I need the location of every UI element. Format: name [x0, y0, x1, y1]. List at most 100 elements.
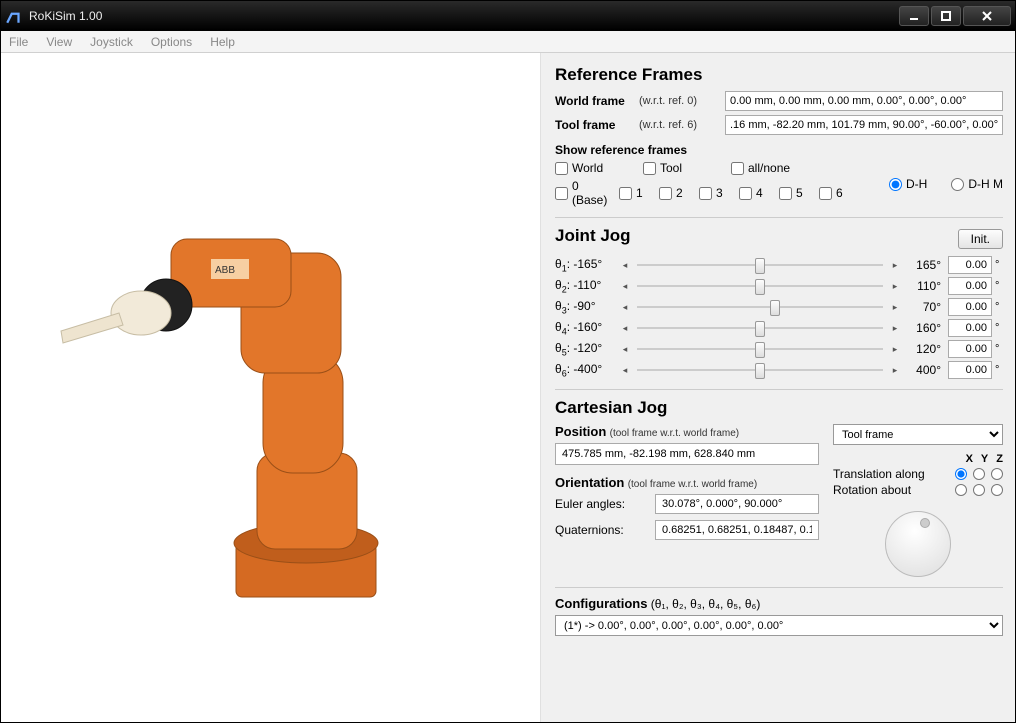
- tool-frame-sub: (w.r.t. ref. 6): [639, 119, 719, 131]
- trans-z[interactable]: [991, 468, 1003, 480]
- position-label: Position: [555, 424, 606, 439]
- joint-row-4: θ4: -160°◂▸160°°: [555, 319, 1003, 337]
- joint-value-1[interactable]: [948, 256, 992, 274]
- chk-tool[interactable]: Tool: [643, 161, 727, 175]
- joint-label-5: θ5: -120°: [555, 341, 615, 357]
- joint-slider-3[interactable]: [637, 300, 883, 314]
- trans-x[interactable]: [955, 468, 967, 480]
- xyz-y: Y: [981, 453, 988, 465]
- joint-dec-6[interactable]: ◂: [618, 362, 632, 378]
- chk-6[interactable]: 6: [819, 179, 855, 207]
- frame-select[interactable]: Tool frame: [833, 424, 1003, 445]
- joint-slider-6[interactable]: [637, 363, 883, 377]
- tool-frame-input[interactable]: [725, 115, 1003, 135]
- show-ref-frames-label: Show reference frames: [555, 143, 1003, 157]
- config-select[interactable]: (1*) -> 0.00°, 0.00°, 0.00°, 0.00°, 0.00…: [555, 615, 1003, 636]
- chk-world[interactable]: World: [555, 161, 639, 175]
- menu-joystick[interactable]: Joystick: [90, 35, 133, 49]
- tool-frame-label: Tool frame: [555, 118, 633, 132]
- chk-5[interactable]: 5: [779, 179, 815, 207]
- titlebar: RoKiSim 1.00: [1, 1, 1015, 31]
- menu-bar: File View Joystick Options Help: [1, 31, 1015, 53]
- joint-inc-1[interactable]: ▸: [888, 257, 902, 273]
- radio-dh[interactable]: D-H: [889, 177, 927, 191]
- rot-y[interactable]: [973, 484, 985, 496]
- joint-label-2: θ2: -110°: [555, 278, 615, 294]
- quat-input[interactable]: [655, 520, 819, 540]
- chk-1[interactable]: 1: [619, 179, 655, 207]
- translation-label: Translation along: [833, 467, 925, 481]
- chk-2[interactable]: 2: [659, 179, 695, 207]
- rot-x[interactable]: [955, 484, 967, 496]
- joint-row-3: θ3: -90°◂▸70°°: [555, 298, 1003, 316]
- joint-slider-5[interactable]: [637, 342, 883, 356]
- rotation-label: Rotation about: [833, 483, 911, 497]
- chk-allnone[interactable]: all/none: [731, 161, 815, 175]
- svg-text:ABB: ABB: [215, 265, 235, 276]
- joint-slider-1[interactable]: [637, 258, 883, 272]
- xyz-z: Z: [996, 453, 1003, 465]
- quat-label: Quaternions:: [555, 523, 645, 537]
- joint-slider-2[interactable]: [637, 279, 883, 293]
- joint-value-6[interactable]: [948, 361, 992, 379]
- joint-label-1: θ1: -165°: [555, 257, 615, 273]
- joint-value-5[interactable]: [948, 340, 992, 358]
- orientation-label: Orientation: [555, 475, 624, 490]
- joint-value-3[interactable]: [948, 298, 992, 316]
- world-frame-label: World frame: [555, 94, 633, 108]
- menu-file[interactable]: File: [9, 35, 28, 49]
- close-button[interactable]: [963, 6, 1011, 26]
- joint-value-2[interactable]: [948, 277, 992, 295]
- joint-inc-5[interactable]: ▸: [888, 341, 902, 357]
- joint-inc-2[interactable]: ▸: [888, 278, 902, 294]
- joint-label-3: θ3: -90°: [555, 299, 615, 315]
- position-input[interactable]: [555, 443, 819, 465]
- maximize-button[interactable]: [931, 6, 961, 26]
- heading-cart-jog: Cartesian Jog: [555, 398, 1003, 418]
- joint-max-1: 165°: [905, 258, 941, 272]
- chk-3[interactable]: 3: [699, 179, 735, 207]
- joint-label-4: θ4: -160°: [555, 320, 615, 336]
- chk-4[interactable]: 4: [739, 179, 775, 207]
- radio-dhm[interactable]: D-H M: [951, 177, 1003, 191]
- joint-max-5: 120°: [905, 342, 941, 356]
- position-hint: (tool frame w.r.t. world frame): [610, 428, 739, 439]
- euler-input[interactable]: [655, 494, 819, 514]
- joint-row-5: θ5: -120°◂▸120°°: [555, 340, 1003, 358]
- joint-value-4[interactable]: [948, 319, 992, 337]
- init-button[interactable]: Init.: [958, 229, 1003, 249]
- world-frame-sub: (w.r.t. ref. 0): [639, 95, 719, 107]
- rot-z[interactable]: [991, 484, 1003, 496]
- joint-inc-4[interactable]: ▸: [888, 320, 902, 336]
- joint-row-2: θ2: -110°◂▸110°°: [555, 277, 1003, 295]
- joint-dec-4[interactable]: ◂: [618, 320, 632, 336]
- viewport-3d[interactable]: ABB: [1, 53, 541, 722]
- window-title: RoKiSim 1.00: [29, 9, 102, 23]
- orientation-hint: (tool frame w.r.t. world frame): [628, 479, 757, 490]
- world-frame-input[interactable]: [725, 91, 1003, 111]
- robot-graphic: ABB: [1, 53, 541, 713]
- menu-options[interactable]: Options: [151, 35, 192, 49]
- joint-dec-1[interactable]: ◂: [618, 257, 632, 273]
- euler-label: Euler angles:: [555, 497, 645, 511]
- config-label: Configurations: [555, 596, 647, 611]
- heading-ref-frames: Reference Frames: [555, 65, 1003, 85]
- app-icon: [5, 7, 23, 25]
- joint-row-1: θ1: -165°◂▸165°°: [555, 256, 1003, 274]
- jog-knob[interactable]: [885, 511, 951, 577]
- joint-inc-6[interactable]: ▸: [888, 362, 902, 378]
- joint-dec-3[interactable]: ◂: [618, 299, 632, 315]
- menu-view[interactable]: View: [46, 35, 72, 49]
- chk-0base[interactable]: 0 (Base): [555, 179, 615, 207]
- joint-dec-2[interactable]: ◂: [618, 278, 632, 294]
- trans-y[interactable]: [973, 468, 985, 480]
- minimize-button[interactable]: [899, 6, 929, 26]
- joint-dec-5[interactable]: ◂: [618, 341, 632, 357]
- joint-inc-3[interactable]: ▸: [888, 299, 902, 315]
- heading-joint-jog: Joint Jog: [555, 226, 631, 246]
- joint-max-2: 110°: [905, 279, 941, 293]
- joint-slider-4[interactable]: [637, 321, 883, 335]
- joint-label-6: θ6: -400°: [555, 362, 615, 378]
- config-sub: (θ₁, θ₂, θ₃, θ₄, θ₅, θ₆): [651, 597, 761, 611]
- menu-help[interactable]: Help: [210, 35, 235, 49]
